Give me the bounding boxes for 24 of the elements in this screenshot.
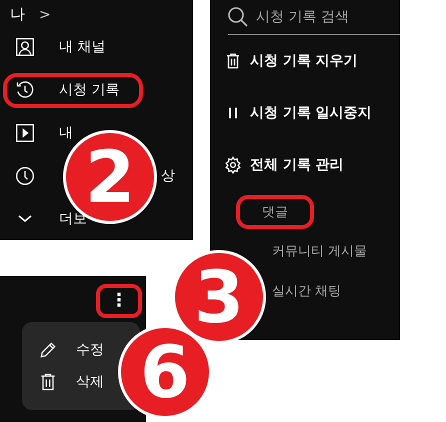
nav-item[interactable]: 시청 기록 [3, 72, 143, 108]
search-icon [228, 7, 248, 27]
menu-item[interactable]: 삭제 [76, 373, 104, 391]
history-action[interactable]: 전체 기록 관리 [250, 156, 344, 174]
history-action[interactable]: 시청 기록 지우기 [250, 52, 358, 70]
history-action[interactable]: 시청 기록 일시중지 [250, 104, 372, 122]
search-field[interactable]: 시청 기록 검색 [256, 7, 396, 27]
history-filter-item[interactable]: 실시간 채팅 [272, 281, 342, 301]
chevron-down-icon [18, 215, 32, 222]
play-icon [15, 122, 35, 143]
history-filter-item[interactable]: 커뮤니티 게시물 [272, 241, 368, 261]
more-button[interactable]: ⋮ [96, 284, 142, 318]
person-icon [15, 37, 35, 58]
pencil-icon [38, 340, 58, 360]
clock-icon [15, 166, 35, 186]
chevron-text[interactable]: > [39, 6, 51, 23]
nav-link[interactable]: 내 채널 [59, 38, 106, 56]
menu-item[interactable]: 수정 [76, 341, 104, 359]
section-title: 나 [10, 5, 25, 24]
history-icon [15, 80, 35, 100]
nav-link[interactable]: 상 [161, 166, 175, 185]
gear-icon [224, 156, 242, 174]
history-filter-item[interactable]: 댓글 [236, 195, 314, 229]
trash-icon [224, 52, 242, 70]
